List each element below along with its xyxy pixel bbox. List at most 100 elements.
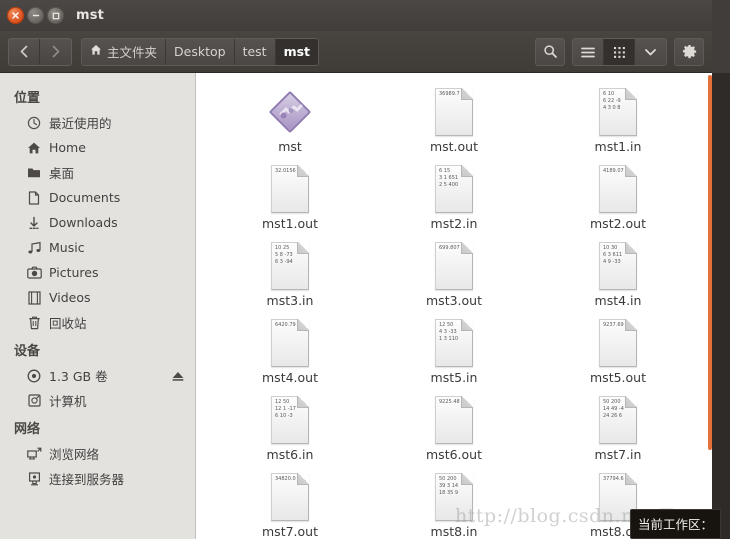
file-item-mst7-out[interactable]: 34820.0 mst7.out [208, 470, 372, 539]
sidebar-item-label: Pictures [49, 265, 99, 280]
file-item-mst1-out[interactable]: 32.0156 mst1.out [208, 162, 372, 239]
file-icon: 699.807 [435, 241, 473, 291]
list-view-button[interactable] [573, 38, 604, 65]
breadcrumb-item-mst[interactable]: mst [275, 38, 319, 65]
file-icon: 50 200 39 3 14 18 35 9 [435, 472, 473, 522]
file-icon: 12 50 12 1 -17 6 10 -3 [271, 395, 309, 445]
document-preview: 9225.48 [439, 399, 460, 405]
file-name: mst.out [429, 139, 479, 154]
file-item-mst3-in[interactable]: 10 25 5 8 -73 6 3 -94 mst3.in [208, 239, 372, 316]
file-item-mst6-out[interactable]: 9225.48 mst6.out [372, 393, 536, 470]
vertical-scrollbar[interactable] [708, 73, 712, 539]
home-icon [26, 140, 42, 156]
sidebar-item-connect-server[interactable]: 连接到服务器 [0, 466, 195, 491]
document-preview: 36989.7 [439, 91, 460, 97]
sidebar-item-home[interactable]: Home [0, 135, 195, 160]
sidebar-item-volume[interactable]: 1.3 GB 卷 [0, 363, 195, 388]
forward-button[interactable] [40, 39, 71, 65]
window-title: mst [76, 8, 105, 23]
file-icon: 36989.7 [435, 87, 473, 137]
file-name: mst6.out [426, 447, 482, 462]
sidebar-item-recent[interactable]: 最近使用的 [0, 110, 195, 135]
sidebar-item-videos[interactable]: Videos [0, 285, 195, 310]
sidebar-heading-places: 位置 [14, 91, 41, 106]
file-item-mst4-in[interactable]: 10 30 6 3 611 4 9 -33 mst4.in [536, 239, 700, 316]
file-icon: 50 200 14 49 -4 24 26 6 [599, 395, 637, 445]
network-browse-icon [26, 446, 42, 462]
breadcrumb: 主文件夹 Desktop test mst [81, 37, 320, 66]
file-grid-area[interactable]: mst 36989.7 mst.out 6 10 6 22 -9 4 3 0 8… [196, 73, 712, 539]
gear-overlay-icon [279, 104, 303, 119]
document-preview: 12 50 4 3 -33 1 3 110 [439, 322, 459, 342]
sidebar-item-browse-network[interactable]: 浏览网络 [0, 441, 195, 466]
settings-button[interactable] [674, 37, 704, 66]
breadcrumb-label: Desktop [174, 44, 226, 59]
sidebar-item-label: Music [49, 240, 85, 255]
file-name: mst [278, 139, 302, 154]
workspace-tooltip: 当前工作区： [630, 509, 722, 539]
sidebar-item-computer[interactable]: 计算机 [0, 388, 195, 413]
file-item-mst7-in[interactable]: 50 200 14 49 -4 24 26 6 mst7.in [536, 393, 700, 470]
file-item-mst4-out[interactable]: 6420.79 mst4.out [208, 316, 372, 393]
grid-view-button[interactable] [604, 38, 635, 65]
view-toggle-group [572, 37, 667, 66]
file-item-mst[interactable]: mst [208, 85, 372, 162]
document-thumbnail: 32.0156 [271, 165, 309, 213]
file-name: mst5.in [430, 370, 478, 385]
file-name: mst7.out [262, 524, 318, 539]
maximize-button[interactable] [47, 7, 64, 24]
list-view-icon [581, 47, 595, 58]
computer-icon [26, 393, 42, 409]
chevron-down-icon [644, 48, 657, 57]
desktop-background [712, 0, 730, 539]
file-name: mst4.in [594, 293, 642, 308]
disc-icon [26, 368, 42, 384]
minimize-button[interactable] [27, 7, 44, 24]
sidebar-item-trash[interactable]: 回收站 [0, 310, 195, 335]
file-icon: 10 25 5 8 -73 6 3 -94 [271, 241, 309, 291]
document-thumbnail: 4189.07 [599, 165, 637, 213]
file-item-mst8-in[interactable]: 50 200 39 3 14 18 35 9 mst8.in [372, 470, 536, 539]
file-icon: 4189.07 [599, 164, 637, 214]
file-item-mst5-out[interactable]: 9237.69 mst5.out [536, 316, 700, 393]
grid-view-icon [613, 46, 626, 59]
view-options-dropdown[interactable] [635, 38, 666, 65]
breadcrumb-item-test[interactable]: test [234, 38, 276, 65]
file-icon: 34820.0 [271, 472, 309, 522]
trash-icon [26, 315, 42, 331]
file-icon: 12 50 4 3 -33 1 3 110 [435, 318, 473, 368]
file-grid: mst 36989.7 mst.out 6 10 6 22 -9 4 3 0 8… [196, 73, 712, 539]
back-button[interactable] [9, 38, 40, 65]
document-preview: 6 10 6 22 -9 4 3 0 8 [603, 91, 621, 111]
file-manager-window: mst 主文件夹 Desktop test mst 位置 最近使用的 Home … [0, 0, 712, 539]
sidebar-item-music[interactable]: Music [0, 235, 195, 260]
file-icon: 10 30 6 3 611 4 9 -33 [599, 241, 637, 291]
document-preview: 50 200 39 3 14 18 35 9 [439, 476, 459, 496]
file-icon: 6 10 6 22 -9 4 3 0 8 [599, 87, 637, 137]
scrollbar-thumb[interactable] [708, 75, 712, 450]
breadcrumb-item-home[interactable]: 主文件夹 [82, 38, 167, 65]
file-name: mst1.in [594, 139, 642, 154]
sidebar-item-downloads[interactable]: Downloads [0, 210, 195, 235]
close-button[interactable] [7, 7, 24, 24]
music-icon [26, 240, 42, 256]
file-item-mst3-out[interactable]: 699.807 mst3.out [372, 239, 536, 316]
file-item-mst2-out[interactable]: 4189.07 mst2.out [536, 162, 700, 239]
search-button[interactable] [535, 37, 565, 66]
document-thumbnail: 12 50 12 1 -17 6 10 -3 [271, 396, 309, 444]
file-item-mst1-in[interactable]: 6 10 6 22 -9 4 3 0 8 mst1.in [536, 85, 700, 162]
file-item-mst-out[interactable]: 36989.7 mst.out [372, 85, 536, 162]
sidebar-item-desktop[interactable]: 桌面 [0, 160, 195, 185]
file-item-mst2-in[interactable]: 6 15 3 1 651 2 5 400 mst2.in [372, 162, 536, 239]
file-item-mst5-in[interactable]: 12 50 4 3 -33 1 3 110 mst5.in [372, 316, 536, 393]
breadcrumb-item-desktop[interactable]: Desktop [166, 38, 235, 65]
eject-icon[interactable] [171, 371, 185, 381]
document-thumbnail: 6420.79 [271, 319, 309, 367]
sidebar-item-pictures[interactable]: Pictures [0, 260, 195, 285]
sidebar-item-documents[interactable]: Documents [0, 185, 195, 210]
sidebar-item-label: 1.3 GB 卷 [49, 369, 108, 384]
file-item-mst6-in[interactable]: 12 50 12 1 -17 6 10 -3 mst6.in [208, 393, 372, 470]
file-name: mst2.in [430, 216, 478, 231]
file-name: mst7.in [594, 447, 642, 462]
server-connect-icon [26, 471, 42, 487]
